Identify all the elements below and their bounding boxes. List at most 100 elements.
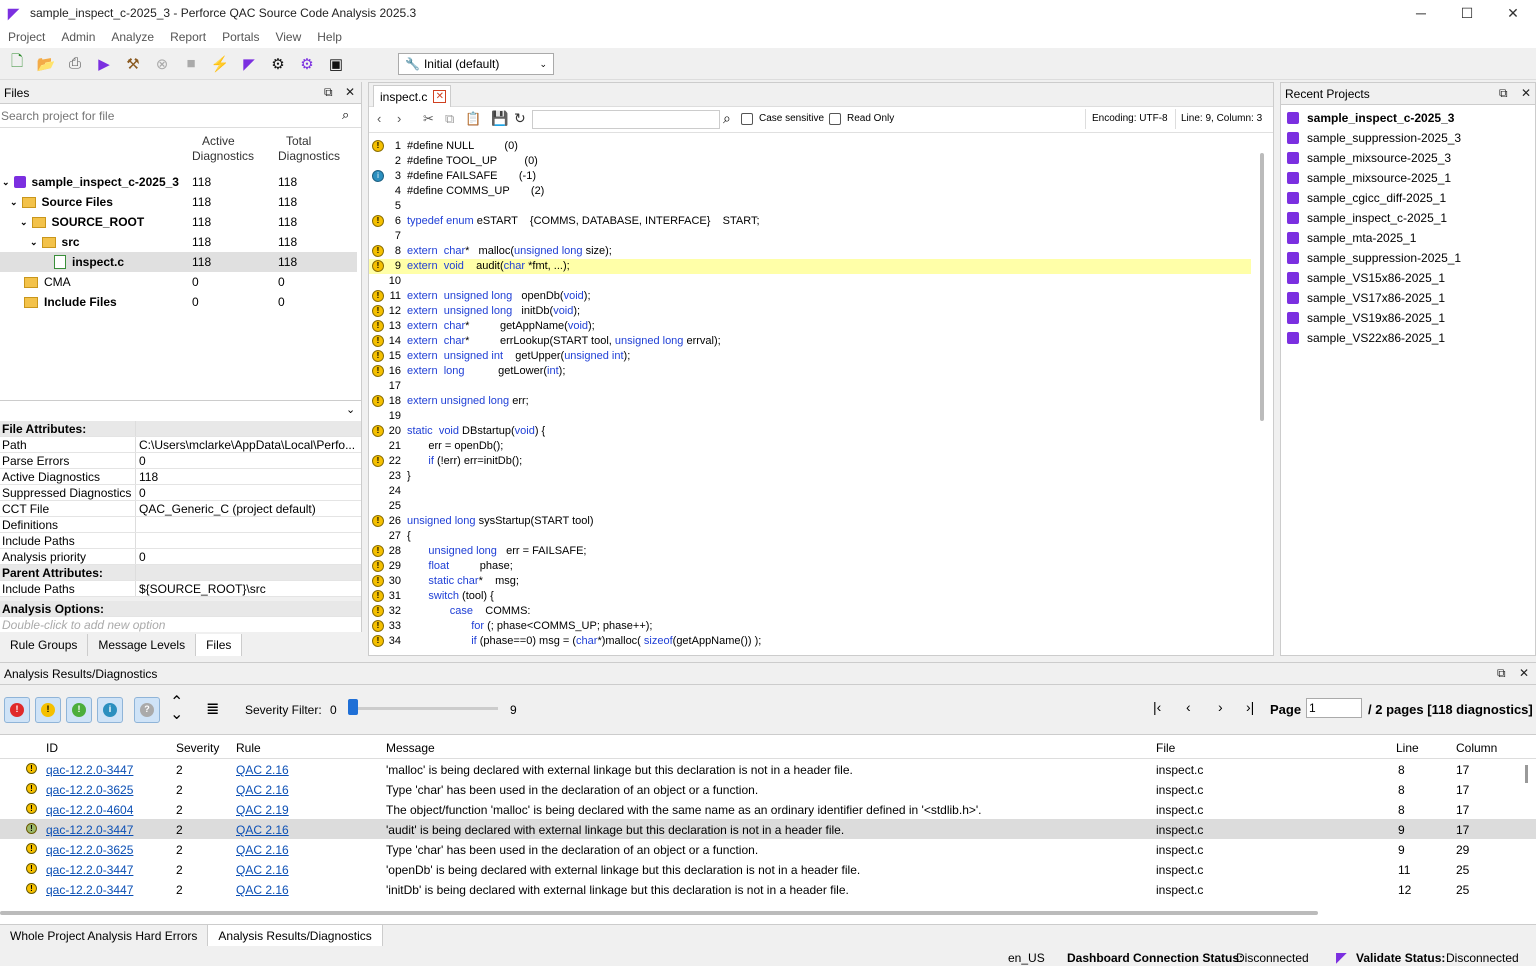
diagnostic-id[interactable]: qac-12.2.0-3625 [46, 783, 133, 797]
close-panel-icon[interactable]: ✕ [345, 85, 355, 99]
cancel-icon[interactable]: ⊗ [149, 51, 175, 77]
table-row[interactable]: ! qac-12.2.0-3447 2 QAC 2.16 'initDb' is bei… [0, 879, 1536, 899]
attr-row[interactable]: Suppressed Diagnostics 0 [0, 485, 361, 501]
configuration-select[interactable]: 🔧 Initial (default) ⌄ [398, 53, 554, 75]
add-option-hint[interactable]: Double-click to add new option [0, 617, 361, 633]
diagnostic-id[interactable]: qac-12.2.0-3447 [46, 823, 133, 837]
code-line[interactable]: ! 12 extern unsigned long initDb(void); [369, 304, 1251, 319]
col-active-header[interactable]: Active [202, 134, 235, 148]
validate-icon[interactable]: ◤ [236, 51, 262, 77]
code-line[interactable]: ! 13 extern char* getAppName(void); [369, 319, 1251, 334]
table-row[interactable]: ! qac-12.2.0-3625 2 QAC 2.16 Type 'char' has… [0, 779, 1536, 799]
recent-project-item[interactable]: sample_VS17x86-2025_1 [1281, 288, 1535, 308]
results-hscrollbar[interactable] [0, 911, 1318, 915]
code-line[interactable]: ! 9 extern void audit(char *fmt, ...); [369, 259, 1251, 274]
open-project-icon[interactable]: 📂 [33, 51, 59, 77]
recent-project-item[interactable]: sample_VS22x86-2025_1 [1281, 328, 1535, 348]
attr-row[interactable]: CCT File QAC_Generic_C (project default) [0, 501, 361, 517]
last-page-icon[interactable]: ›| [1246, 699, 1254, 715]
settings-gear-icon[interactable]: ⚙ [265, 51, 291, 77]
tree-include-files[interactable]: Include Files 0 0 [0, 292, 361, 312]
tree-file-inspect[interactable]: inspect.c 118 118 [0, 252, 357, 272]
code-line[interactable]: ! 6 typedef enum eSTART {COMMS, DATABASE, … [369, 214, 1251, 229]
recent-project-item[interactable]: sample_mixsource-2025_3 [1281, 148, 1535, 168]
severity-info-button[interactable]: i [97, 697, 123, 723]
tab-hard-errors[interactable]: Whole Project Analysis Hard Errors [0, 925, 209, 947]
paste-icon[interactable]: 📋 [465, 111, 481, 127]
severity-slider-track[interactable] [350, 707, 498, 710]
find-search-icon[interactable]: ⌕ [723, 110, 731, 127]
expand-collapse-icon[interactable]: ⌃ ⌄ [170, 695, 183, 723]
table-row[interactable]: ! qac-12.2.0-3447 2 QAC 2.16 'audit' is bein… [0, 819, 1536, 839]
recent-project-item[interactable]: sample_mixsource-2025_1 [1281, 168, 1535, 188]
diagnostic-rule[interactable]: QAC 2.19 [236, 803, 289, 817]
code-line[interactable]: 24 [369, 484, 1251, 499]
col-message[interactable]: Message [386, 741, 435, 755]
monitor-icon[interactable]: ▣ [323, 51, 349, 77]
find-input[interactable] [532, 110, 720, 129]
prev-page-icon[interactable]: ‹ [1186, 699, 1191, 715]
tree-source-root[interactable]: ⌄ SOURCE_ROOT 118 118 [0, 212, 361, 232]
code-line[interactable]: ! 30 static char* msg; [369, 574, 1251, 589]
connect-icon[interactable]: ⚡ [207, 51, 233, 77]
col-rule[interactable]: Rule [236, 741, 261, 755]
stop-icon[interactable]: ■ [178, 51, 204, 77]
recent-project-item[interactable]: sample_cgicc_diff-2025_1 [1281, 188, 1535, 208]
tree-cma[interactable]: CMA 0 0 [0, 272, 361, 292]
tree-src[interactable]: ⌄ src 118 118 [0, 232, 361, 252]
code-line[interactable]: ! 16 extern long getLower(int); [369, 364, 1251, 379]
code-line[interactable]: 27 { [369, 529, 1251, 544]
code-line[interactable]: i 3 #define FAILSAFE (-1) [369, 169, 1251, 184]
table-row[interactable]: ! qac-12.2.0-3447 2 QAC 2.16 'openDb' is bei… [0, 859, 1536, 879]
close-tab-icon[interactable]: ✕ [433, 90, 447, 103]
list-options-icon[interactable]: ≣ [206, 699, 219, 719]
code-line[interactable]: ! 15 extern unsigned int getUpper(unsigned… [369, 349, 1251, 364]
close-window-button[interactable]: ✕ [1490, 0, 1536, 26]
page-input[interactable] [1306, 698, 1362, 718]
tree-source-files[interactable]: ⌄ Source Files 118 118 [0, 192, 361, 212]
severity-minor-button[interactable]: ! [66, 697, 92, 723]
code-line[interactable]: 17 [369, 379, 1251, 394]
tree-project[interactable]: ⌄ sample_inspect_c-2025_3 118 118 [0, 172, 361, 192]
recent-project-item[interactable]: sample_inspect_c-2025_3 [1281, 108, 1535, 128]
attr-row[interactable]: Include Paths [0, 533, 361, 549]
attr-row[interactable]: Active Diagnostics 118 [0, 469, 361, 485]
severity-warning-button[interactable]: ! [35, 697, 61, 723]
diagnostic-id[interactable]: qac-12.2.0-4604 [46, 803, 133, 817]
attr-row[interactable]: Parse Errors 0 [0, 453, 361, 469]
code-line[interactable]: 4 #define COMMS_UP (2) [369, 184, 1251, 199]
severity-other-button[interactable]: ? [134, 697, 160, 723]
recent-project-item[interactable]: sample_mta-2025_1 [1281, 228, 1535, 248]
col-active-header-2[interactable]: Diagnostics [192, 149, 254, 163]
recent-project-item[interactable]: sample_VS15x86-2025_1 [1281, 268, 1535, 288]
menu-analyze[interactable]: Analyze [103, 30, 162, 44]
code-line[interactable]: 19 [369, 409, 1251, 424]
recent-project-item[interactable]: sample_suppression-2025_3 [1281, 128, 1535, 148]
refresh-icon[interactable]: ↻ [514, 110, 526, 127]
diagnostic-rule[interactable]: QAC 2.16 [236, 883, 289, 897]
code-line[interactable]: ! 14 extern char* errLookup(START tool, un… [369, 334, 1251, 349]
attr-row[interactable]: Definitions [0, 517, 361, 533]
tab-rule-groups[interactable]: Rule Groups [0, 634, 89, 656]
code-line[interactable]: ! 11 extern unsigned long openDb(void); [369, 289, 1251, 304]
tab-inspect-c[interactable]: inspect.c ✕ [373, 85, 451, 107]
code-line[interactable]: 23} [369, 469, 1251, 484]
close-panel-icon[interactable]: ✕ [1521, 86, 1531, 100]
expand-icon[interactable]: ⌄ [10, 197, 18, 208]
attr-row[interactable]: Analysis priority 0 [0, 549, 361, 565]
menu-portals[interactable]: Portals [214, 30, 267, 44]
table-row[interactable]: ! qac-12.2.0-4604 2 QAC 2.19 The object/func… [0, 799, 1536, 819]
code-line[interactable]: ! 28 unsigned long err = FAILSAFE; [369, 544, 1251, 559]
float-icon[interactable]: ⧉ [324, 85, 333, 100]
read-only-checkbox[interactable] [829, 113, 841, 125]
code-line[interactable]: 21 err = openDb(); [369, 439, 1251, 454]
attr-row[interactable]: Path C:\Users\mclarke\AppData\Local\Perfo… [0, 437, 361, 453]
back-icon[interactable]: ‹ [377, 111, 381, 126]
diagnostic-id[interactable]: qac-12.2.0-3447 [46, 763, 133, 777]
diagnostic-rule[interactable]: QAC 2.16 [236, 823, 289, 837]
code-line[interactable]: 10 [369, 274, 1251, 289]
diagnostic-rule[interactable]: QAC 2.16 [236, 783, 289, 797]
expand-icon[interactable]: ⌄ [2, 177, 10, 188]
diagnostic-rule[interactable]: QAC 2.16 [236, 763, 289, 777]
copy-icon[interactable]: ⧉ [445, 111, 454, 127]
